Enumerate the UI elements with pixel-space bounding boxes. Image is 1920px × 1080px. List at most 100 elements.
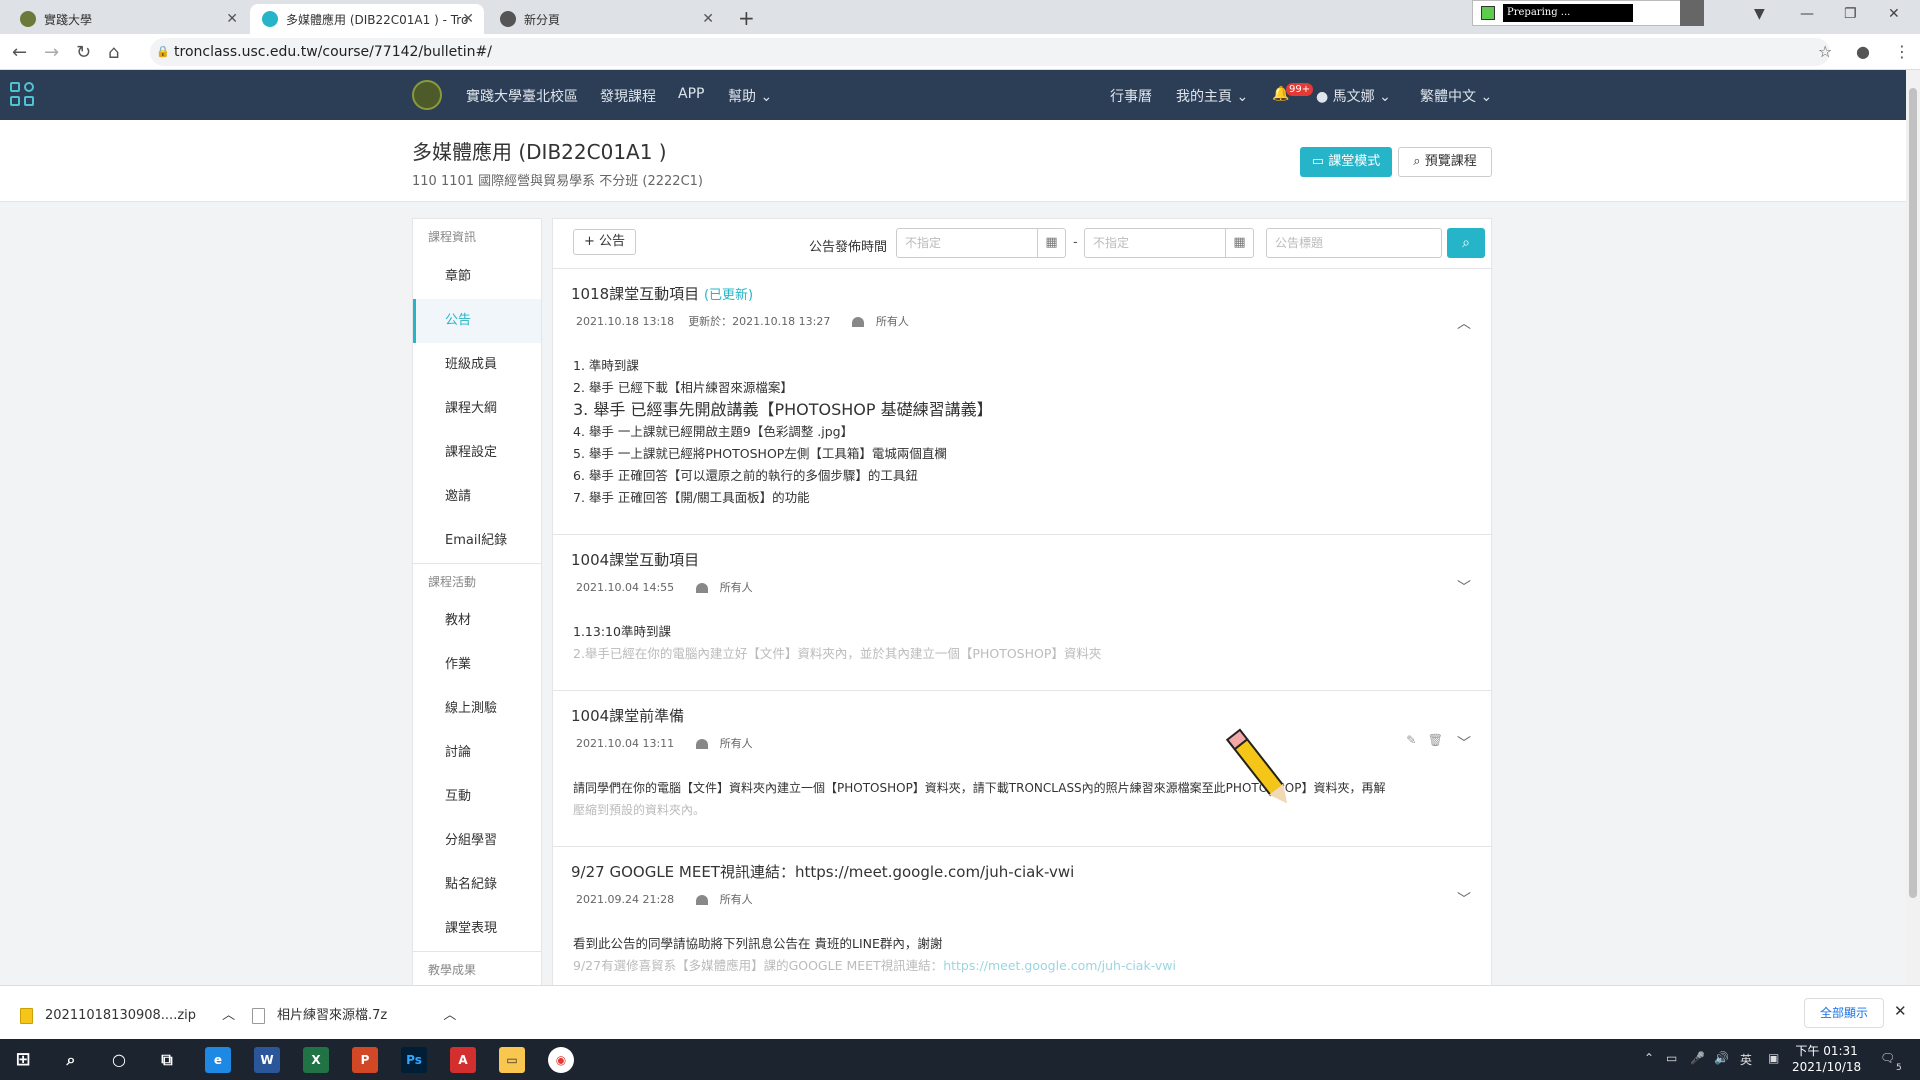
chevron-up-icon[interactable]: ︿ — [1457, 313, 1471, 333]
sidebar-item-interaction[interactable]: 互動 — [413, 775, 541, 819]
nav-campus[interactable]: 實踐大學臺北校區 — [466, 86, 578, 106]
close-download-bar-icon[interactable]: ✕ — [1894, 1002, 1907, 1020]
sidebar-item-email[interactable]: Email紀錄 — [413, 519, 541, 563]
windows-start-icon[interactable]: ⊞ — [10, 1047, 36, 1073]
school-logo[interactable] — [412, 80, 442, 110]
forward-icon[interactable]: → — [44, 42, 59, 63]
volume-icon[interactable]: 🔊 — [1714, 1051, 1729, 1065]
sidebar-item-rollcall[interactable]: 點名紀錄 — [413, 863, 541, 907]
edit-icon[interactable]: ✎ — [1406, 733, 1416, 747]
photoshop-icon[interactable]: Ps — [401, 1047, 427, 1073]
window-close-icon[interactable]: ✕ — [1888, 6, 1900, 22]
bulletin-item[interactable]: 9/27 GOOGLE MEET視訊連結：https://meet.google… — [553, 847, 1491, 989]
bulletin-title[interactable]: 1018課堂互動項目 (已更新) — [571, 283, 753, 304]
title-search-input[interactable]: 公告標題 — [1266, 228, 1442, 258]
edge-icon[interactable]: e — [205, 1047, 231, 1073]
bookmark-star-icon[interactable]: ☆ — [1818, 42, 1832, 61]
bulletin-title[interactable]: 1004課堂前準備 — [571, 705, 684, 726]
nav-home[interactable]: 我的主頁 ⌄ — [1176, 86, 1248, 106]
minimize-icon[interactable]: — — [1800, 6, 1814, 22]
nav-lang[interactable]: 繁體中文 ⌄ — [1420, 86, 1492, 106]
sidebar-section-results: 教學成果 — [413, 951, 541, 987]
date-to-field[interactable]: 不指定 ▦ — [1084, 228, 1254, 258]
chevron-up-icon[interactable]: ︿ — [443, 1008, 456, 1023]
ime-indicator[interactable]: 英 — [1740, 1051, 1752, 1068]
menu-icon[interactable]: ⋮ — [1894, 42, 1910, 61]
close-icon[interactable]: ✕ — [462, 11, 474, 27]
calendar-icon[interactable]: ▦ — [1225, 229, 1253, 257]
network-icon[interactable]: ▭ — [1666, 1051, 1677, 1065]
powerpoint-icon[interactable]: P — [352, 1047, 378, 1073]
search-button[interactable]: ⌕ — [1447, 228, 1485, 258]
sidebar-item-settings[interactable]: 課程設定 — [413, 431, 541, 475]
tab-usc[interactable]: 實踐大學 ✕ — [8, 4, 248, 34]
new-tab-icon[interactable]: + — [738, 6, 755, 30]
bulletin-item[interactable]: 1018課堂互動項目 (已更新) 2021.10.18 13:18 更新於：20… — [553, 269, 1491, 535]
download-item[interactable]: 20211018130908....zip ︿ — [20, 1004, 235, 1024]
tab-course[interactable]: 多媒體應用 (DIB22C01A1 ) - Tro ✕ — [250, 4, 484, 34]
cortana-icon[interactable]: ○ — [106, 1047, 132, 1073]
sidebar-item-exam[interactable]: 線上測驗 — [413, 687, 541, 731]
nav-calendar[interactable]: 行事曆 — [1110, 86, 1152, 106]
sidebar-item-homework[interactable]: 作業 — [413, 643, 541, 687]
nav-app[interactable]: APP — [678, 86, 704, 102]
close-icon[interactable]: ✕ — [226, 11, 238, 27]
sidebar-item-bulletin[interactable]: 公告 — [413, 299, 541, 343]
sidebar-item-invite[interactable]: 邀請 — [413, 475, 541, 519]
calendar-icon[interactable]: ▦ — [1037, 229, 1065, 257]
sidebar-item-group[interactable]: 分組學習 — [413, 819, 541, 863]
page-scrollbar[interactable] — [1906, 70, 1920, 985]
action-center-icon[interactable]: 🗨 — [1880, 1051, 1895, 1065]
bulletin-title[interactable]: 9/27 GOOGLE MEET視訊連結：https://meet.google… — [571, 861, 1074, 882]
download-item[interactable]: 相片練習來源檔.7z ︿ — [252, 1004, 456, 1024]
nav-user[interactable]: ● 馬文娜 ⌄ — [1316, 86, 1391, 106]
acrobat-icon[interactable]: A — [450, 1047, 476, 1073]
add-bulletin-button[interactable]: + 公告 — [573, 229, 637, 255]
class-mode-label: 課堂模式 — [1328, 154, 1381, 169]
back-icon[interactable]: ← — [12, 42, 27, 63]
sidebar-item-members[interactable]: 班級成員 — [413, 343, 541, 387]
sidebar-item-syllabus[interactable]: 課程大綱 — [413, 387, 541, 431]
search-icon[interactable]: ⌕ — [58, 1047, 84, 1073]
ime-mode-icon[interactable]: ▣ — [1768, 1051, 1779, 1065]
restore-icon[interactable]: ❐ — [1844, 6, 1857, 22]
mic-icon[interactable]: 🎤 — [1690, 1051, 1705, 1065]
account-icon[interactable]: ● — [1856, 42, 1870, 61]
chevron-down-icon[interactable]: ﹀ — [1457, 733, 1471, 753]
sidebar-item-forum[interactable]: 討論 — [413, 731, 541, 775]
preview-course-button[interactable]: ⌕ 預覽課程 — [1398, 147, 1492, 177]
task-view-icon[interactable]: ⧉ — [154, 1047, 180, 1073]
chevron-down-icon[interactable]: ﹀ — [1457, 577, 1471, 597]
word-icon[interactable]: W — [254, 1047, 280, 1073]
chevron-up-icon[interactable]: ︿ — [222, 1008, 235, 1023]
nav-discover[interactable]: 發現課程 — [600, 86, 656, 106]
nav-help[interactable]: 幫助 ⌄ — [728, 86, 772, 106]
file-explorer-icon[interactable]: ▭ — [499, 1047, 525, 1073]
bulletin-item[interactable]: 1004課堂前準備 2021.10.04 13:11 所有人 ✎ 🗑 ﹀ 請同學… — [553, 691, 1491, 847]
trash-icon[interactable]: 🗑 — [1428, 733, 1443, 747]
address-bar-row: ← → ↻ ⌂ 🔒 tronclass.usc.edu.tw/course/77… — [0, 34, 1920, 70]
sidebar-item-materials[interactable]: 教材 — [413, 599, 541, 643]
tray-up-icon[interactable]: ⌃ — [1644, 1051, 1654, 1065]
sidebar-item-performance[interactable]: 課堂表現 — [413, 907, 541, 951]
taskbar-clock[interactable]: 下午 01:31 2021/10/18 — [1792, 1043, 1861, 1075]
show-all-downloads-button[interactable]: 全部顯示 — [1804, 998, 1884, 1028]
url-field[interactable]: 🔒 tronclass.usc.edu.tw/course/77142/bull… — [150, 38, 1830, 66]
tab-new[interactable]: 新分頁 ✕ — [488, 4, 724, 34]
profile-dropdown-icon[interactable]: ▼ — [1754, 6, 1765, 22]
audience-icon — [695, 739, 708, 749]
class-mode-button[interactable]: ▭ 課堂模式 — [1300, 147, 1392, 177]
chrome-icon[interactable]: ◉ — [548, 1047, 574, 1073]
close-icon[interactable]: ✕ — [702, 11, 714, 27]
excel-icon[interactable]: X — [303, 1047, 329, 1073]
bulletin-item[interactable]: 1004課堂互動項目 2021.10.04 14:55 所有人 ﹀ 1.13:1… — [553, 535, 1491, 691]
scrollbar-thumb[interactable] — [1909, 88, 1917, 898]
bulletin-title[interactable]: 1004課堂互動項目 — [571, 549, 699, 570]
home-icon[interactable]: ⌂ — [108, 42, 119, 63]
chevron-down-icon[interactable]: ﹀ — [1457, 889, 1471, 909]
apps-grid-icon[interactable] — [10, 82, 36, 108]
date-from-field[interactable]: 不指定 ▦ — [896, 228, 1066, 258]
reload-icon[interactable]: ↻ — [76, 42, 91, 63]
sidebar-item-chapters[interactable]: 章節 — [413, 255, 541, 299]
meet-link[interactable]: https://meet.google.com/juh-ciak-vwi — [943, 958, 1176, 973]
